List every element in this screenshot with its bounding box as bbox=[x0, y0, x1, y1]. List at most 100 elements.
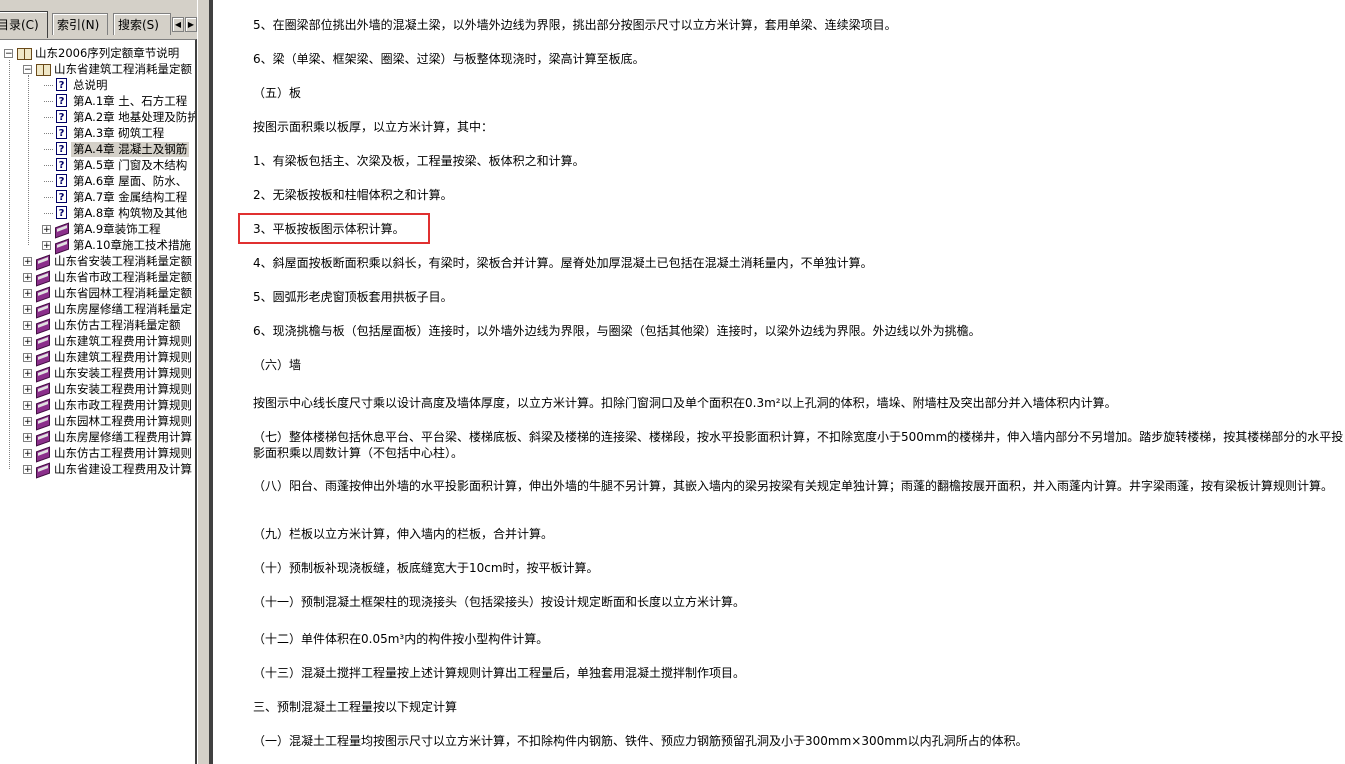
tree-node-label: 山东省安装工程消耗量定额 bbox=[54, 254, 192, 268]
tree-node[interactable]: + 山东省园林工程消耗量定额 bbox=[0, 286, 195, 301]
expand-icon[interactable]: + bbox=[23, 417, 32, 427]
tree-node[interactable]: + 山东仿古工程费用计算规则 bbox=[0, 446, 195, 461]
expand-icon[interactable]: + bbox=[23, 257, 32, 267]
tab-index[interactable]: 索引(N) bbox=[52, 13, 108, 35]
tree-node[interactable]: + 山东安装工程费用计算规则 bbox=[0, 382, 195, 397]
content-pane: 5、在圈梁部位挑出外墙的混凝土梁，以外墙外边线为界限，挑出部分按图示尺寸以立方米… bbox=[213, 0, 1345, 764]
navigation-pane: 目录(C) 索引(N) 搜索(S) ◀ ▶ − 山东2006序列定额章节说明 − 山东… bbox=[0, 0, 208, 764]
tab-contents[interactable]: 目录(C) bbox=[0, 11, 48, 38]
content-paragraph: 按图示面积乘以板厚，以立方米计算，其中： bbox=[253, 120, 494, 134]
tree-node[interactable]: ? 第A.4章 混凝土及钢筋 bbox=[0, 142, 195, 157]
help-page-icon: ? bbox=[56, 158, 67, 171]
tree-node-label: 第A.6章 屋面、防水、 bbox=[73, 174, 188, 188]
tree-node[interactable]: + 山东省建设工程费用及计算 bbox=[0, 462, 195, 477]
expand-icon[interactable]: + bbox=[23, 401, 32, 411]
tree-node-label: 山东安装工程费用计算规则 bbox=[54, 382, 192, 396]
tree-node-label: 山东房屋修缮工程费用计算 bbox=[54, 430, 192, 444]
content-paragraph: 6、梁（单梁、框架梁、圈梁、过梁）与板整体现浇时，梁高计算至板底。 bbox=[253, 52, 645, 66]
tab-scroll-left-icon[interactable]: ◀ bbox=[172, 17, 184, 32]
book-icon bbox=[35, 398, 51, 413]
tree-node[interactable]: + 山东省安装工程消耗量定额 bbox=[0, 254, 195, 269]
expand-icon[interactable]: + bbox=[23, 385, 32, 395]
tree-node-label: 山东省建筑工程消耗量定额 bbox=[54, 62, 192, 76]
book-icon bbox=[35, 462, 51, 477]
expand-icon[interactable]: + bbox=[23, 337, 32, 347]
content-paragraph: （一）混凝土工程量均按图示尺寸以立方米计算，不扣除构件内钢筋、铁件、预应力钢筋预… bbox=[253, 734, 1028, 748]
contents-tree[interactable]: − 山东2006序列定额章节说明 − 山东省建筑工程消耗量定额? 总说明? 第A.1章 土… bbox=[0, 39, 197, 764]
content-paragraph: （六）墙 bbox=[253, 358, 302, 372]
expand-icon[interactable]: + bbox=[23, 305, 32, 315]
tree-node[interactable]: ? 第A.7章 金属结构工程 bbox=[0, 190, 195, 205]
expand-icon[interactable]: + bbox=[23, 353, 32, 363]
tree-node[interactable]: + 山东仿古工程消耗量定额 bbox=[0, 318, 195, 333]
tree-node[interactable]: + 山东房屋修缮工程消耗量定 bbox=[0, 302, 195, 317]
content-paragraph: 1、有梁板包括主、次梁及板，工程量按梁、板体积之和计算。 bbox=[253, 154, 585, 168]
tree-node[interactable]: ? 第A.6章 屋面、防水、 bbox=[0, 174, 195, 189]
tree-node[interactable]: + 山东建筑工程费用计算规则 bbox=[0, 334, 195, 349]
pane-splitter[interactable] bbox=[197, 0, 209, 764]
tab-scroll-right-icon[interactable]: ▶ bbox=[185, 17, 197, 32]
tree-node[interactable]: + 第A.10章施工技术措施 bbox=[0, 238, 195, 253]
content-paragraph: 3、平板按板图示体积计算。 bbox=[253, 222, 405, 236]
help-page-icon: ? bbox=[56, 190, 67, 203]
tree-node[interactable]: + 山东市政工程费用计算规则 bbox=[0, 398, 195, 413]
tree-node[interactable]: ? 总说明 bbox=[0, 78, 195, 93]
expand-icon[interactable]: + bbox=[23, 369, 32, 379]
tree-node-label: 山东市政工程费用计算规则 bbox=[54, 398, 192, 412]
collapse-icon[interactable]: − bbox=[23, 65, 32, 75]
book-icon bbox=[54, 238, 70, 253]
help-page-icon: ? bbox=[56, 94, 67, 107]
tree-node-label: 山东省园林工程消耗量定额 bbox=[54, 286, 192, 300]
tree-node[interactable]: ? 第A.3章 砌筑工程 bbox=[0, 126, 195, 141]
book-open-icon bbox=[16, 46, 32, 61]
tree-node[interactable]: + 山东房屋修缮工程费用计算 bbox=[0, 430, 195, 445]
expand-icon[interactable]: + bbox=[23, 465, 32, 475]
tree-node-label: 山东园林工程费用计算规则 bbox=[54, 414, 192, 428]
help-page-icon: ? bbox=[56, 142, 67, 155]
expand-icon[interactable]: + bbox=[23, 289, 32, 299]
tree-node-label: 第A.2章 地基处理及防护 bbox=[73, 110, 197, 124]
tree-node-label: 第A.5章 门窗及木结构 bbox=[73, 158, 188, 172]
tree-node-label: 总说明 bbox=[73, 78, 108, 92]
expand-icon[interactable]: + bbox=[23, 273, 32, 283]
tree-node-label: 第A.8章 构筑物及其他 bbox=[73, 206, 188, 220]
content-paragraph: 按图示中心线长度尺寸乘以设计高度及墙体厚度，以立方米计算。扣除门窗洞口及单个面积… bbox=[253, 396, 1117, 410]
tree-node-label: 第A.9章装饰工程 bbox=[73, 222, 161, 236]
tree-guide-line bbox=[44, 133, 53, 134]
collapse-icon[interactable]: − bbox=[4, 49, 13, 59]
tree-node[interactable]: + 山东建筑工程费用计算规则 bbox=[0, 350, 195, 365]
tree-node[interactable]: − 山东2006序列定额章节说明 bbox=[0, 46, 195, 61]
tree-node-label: 第A.10章施工技术措施 bbox=[73, 238, 191, 252]
tree-node[interactable]: + 山东安装工程费用计算规则 bbox=[0, 366, 195, 381]
book-icon bbox=[35, 366, 51, 381]
expand-icon[interactable]: + bbox=[23, 321, 32, 331]
tree-guide-line bbox=[44, 181, 53, 182]
tab-search[interactable]: 搜索(S) bbox=[113, 13, 171, 35]
tree-guide-line bbox=[44, 165, 53, 166]
tree-node[interactable]: + 第A.9章装饰工程 bbox=[0, 222, 195, 237]
tree-node[interactable]: + 山东园林工程费用计算规则 bbox=[0, 414, 195, 429]
tree-node[interactable]: ? 第A.1章 土、石方工程 bbox=[0, 94, 195, 109]
help-page-icon: ? bbox=[56, 126, 67, 139]
tree-node-label: 第A.4章 混凝土及钢筋 bbox=[71, 142, 190, 157]
tree-guide-line bbox=[44, 213, 53, 214]
expand-icon[interactable]: + bbox=[42, 241, 51, 251]
book-icon bbox=[35, 286, 51, 301]
tree-node-label: 山东安装工程费用计算规则 bbox=[54, 366, 192, 380]
tree-node[interactable]: − 山东省建筑工程消耗量定额 bbox=[0, 62, 195, 77]
tree-node-label: 山东仿古工程费用计算规则 bbox=[54, 446, 192, 460]
tree-node[interactable]: + 山东省市政工程消耗量定额 bbox=[0, 270, 195, 285]
tree-node[interactable]: ? 第A.2章 地基处理及防护 bbox=[0, 110, 197, 125]
expand-icon[interactable]: + bbox=[23, 433, 32, 443]
content-paragraph: （十）预制板补现浇板缝，板底缝宽大于10cm时，按平板计算。 bbox=[253, 561, 599, 575]
tree-node-label: 第A.1章 土、石方工程 bbox=[73, 94, 188, 108]
tree-guide-line bbox=[44, 149, 53, 150]
tree-node[interactable]: ? 第A.5章 门窗及木结构 bbox=[0, 158, 195, 173]
expand-icon[interactable]: + bbox=[23, 449, 32, 459]
expand-icon[interactable]: + bbox=[42, 225, 51, 235]
book-open-icon bbox=[35, 62, 51, 77]
tree-node[interactable]: ? 第A.8章 构筑物及其他 bbox=[0, 206, 195, 221]
book-icon bbox=[35, 318, 51, 333]
tree-node-label: 山东建筑工程费用计算规则 bbox=[54, 334, 192, 348]
content-paragraph: 三、预制混凝土工程量按以下规定计算 bbox=[253, 700, 458, 714]
